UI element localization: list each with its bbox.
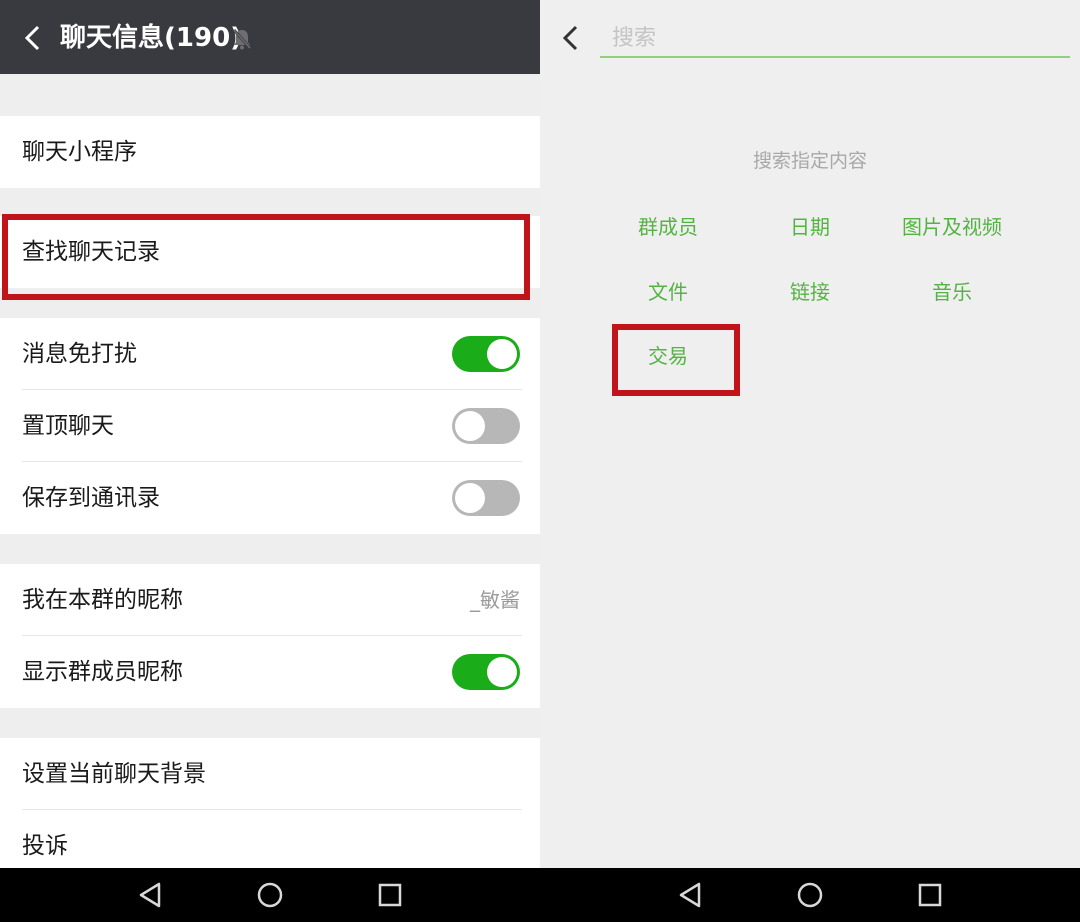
- nav-back-icon[interactable]: [676, 880, 706, 910]
- nav-recents-icon[interactable]: [915, 880, 945, 910]
- search-input[interactable]: [600, 20, 1070, 58]
- back-chevron-icon[interactable]: [20, 24, 46, 52]
- back-chevron-icon[interactable]: [558, 24, 584, 52]
- row-label: 保存到通讯录: [22, 485, 160, 511]
- nickname-value: _敏酱: [470, 588, 520, 612]
- row-my-group-nickname[interactable]: 我在本群的昵称 _敏酱: [0, 564, 540, 636]
- nav-back-icon[interactable]: [136, 880, 166, 910]
- chat-info-header: 聊天信息(190): [0, 0, 540, 74]
- row-do-not-disturb: 消息免打扰: [0, 318, 540, 390]
- row-show-member-nicknames: 显示群成员昵称: [0, 636, 540, 708]
- row-label: 投诉: [22, 833, 68, 859]
- sticky-on-top-toggle[interactable]: [452, 408, 520, 444]
- toggle-knob: [455, 483, 485, 513]
- option-links[interactable]: 链接: [730, 277, 890, 307]
- row-label: 置顶聊天: [22, 413, 114, 439]
- chat-info-panel: 聊天信息(190) 聊天小程序 查找聊天记录 消息免打扰 置顶聊天 保存到通讯录…: [0, 0, 540, 868]
- nav-recents-icon[interactable]: [375, 880, 405, 910]
- row-sticky-on-top: 置顶聊天: [0, 390, 540, 462]
- option-group-members[interactable]: 群成员: [588, 212, 748, 242]
- option-photos-videos[interactable]: 图片及视频: [872, 212, 1032, 242]
- chat-settings-card: 消息免打扰 置顶聊天 保存到通讯录: [0, 318, 540, 534]
- system-navigation-bar: [0, 868, 1080, 922]
- nav-home-icon[interactable]: [795, 880, 825, 910]
- bell-muted-icon: [232, 29, 252, 50]
- row-complain[interactable]: 投诉: [0, 810, 540, 868]
- row-label: 消息免打扰: [22, 341, 137, 367]
- row-label: 我在本群的昵称: [22, 587, 183, 613]
- search-hint: 搜索指定内容: [752, 150, 867, 172]
- option-music[interactable]: 音乐: [872, 277, 1032, 307]
- chat-info-title: 聊天信息(190): [60, 23, 243, 53]
- show-nicknames-toggle[interactable]: [452, 654, 520, 690]
- mini-program-card: 聊天小程序: [0, 116, 540, 188]
- row-chat-mini-program[interactable]: 聊天小程序: [0, 116, 540, 188]
- row-save-to-contacts: 保存到通讯录: [0, 462, 540, 534]
- toggle-knob: [487, 339, 517, 369]
- background-complaint-card: 设置当前聊天背景 投诉: [0, 738, 540, 868]
- save-to-contacts-toggle[interactable]: [452, 480, 520, 516]
- row-label: 聊天小程序: [22, 139, 137, 165]
- option-date[interactable]: 日期: [730, 212, 890, 242]
- toggle-knob: [455, 411, 485, 441]
- nav-home-icon[interactable]: [255, 880, 285, 910]
- search-panel: 搜索指定内容 群成员 日期 图片及视频 文件 链接 音乐 交易: [540, 0, 1080, 868]
- highlight-box-find-history: [2, 214, 530, 300]
- row-label: 显示群成员昵称: [22, 659, 183, 685]
- highlight-box-transactions: [612, 324, 740, 396]
- row-set-chat-background[interactable]: 设置当前聊天背景: [0, 738, 540, 810]
- row-label: 设置当前聊天背景: [22, 761, 206, 787]
- nickname-card: 我在本群的昵称 _敏酱 显示群成员昵称: [0, 564, 540, 708]
- option-files[interactable]: 文件: [588, 277, 748, 307]
- do-not-disturb-toggle[interactable]: [452, 336, 520, 372]
- toggle-knob: [487, 657, 517, 687]
